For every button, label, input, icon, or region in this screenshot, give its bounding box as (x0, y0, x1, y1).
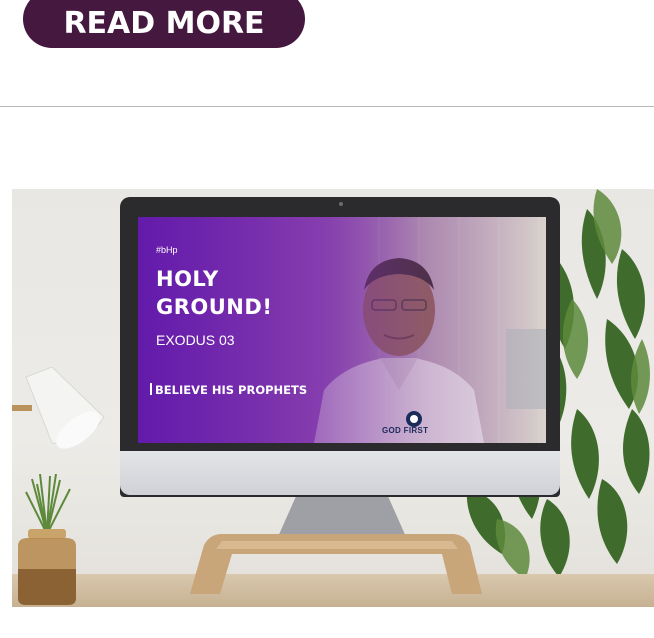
god-first-logo-text: GOD FIRST (382, 426, 429, 435)
video-tagline: BELIEVE HIS PROPHETS (150, 383, 307, 397)
video-hashtag: #bHp (156, 245, 178, 255)
camera-icon (339, 202, 343, 206)
screen-purple-overlay (138, 217, 546, 443)
read-more-button[interactable]: READ MORE (23, 0, 305, 48)
video-title-line1: HOLY (156, 267, 219, 291)
video-tagline-text: BELIEVE HIS PROPHETS (155, 383, 308, 397)
tagline-bar (150, 383, 152, 395)
page: READ MORE #bHp HOLY GROUND! EXODUS 03 BE… (0, 0, 654, 638)
video-screen[interactable]: #bHp HOLY GROUND! EXODUS 03 BELIEVE HIS … (138, 217, 546, 443)
divider (0, 106, 654, 107)
video-title-line2: GROUND! (156, 295, 273, 319)
hero-image[interactable]: #bHp HOLY GROUND! EXODUS 03 BELIEVE HIS … (12, 189, 654, 607)
monitor-chin (120, 451, 560, 495)
video-subtitle: EXODUS 03 (156, 332, 235, 348)
